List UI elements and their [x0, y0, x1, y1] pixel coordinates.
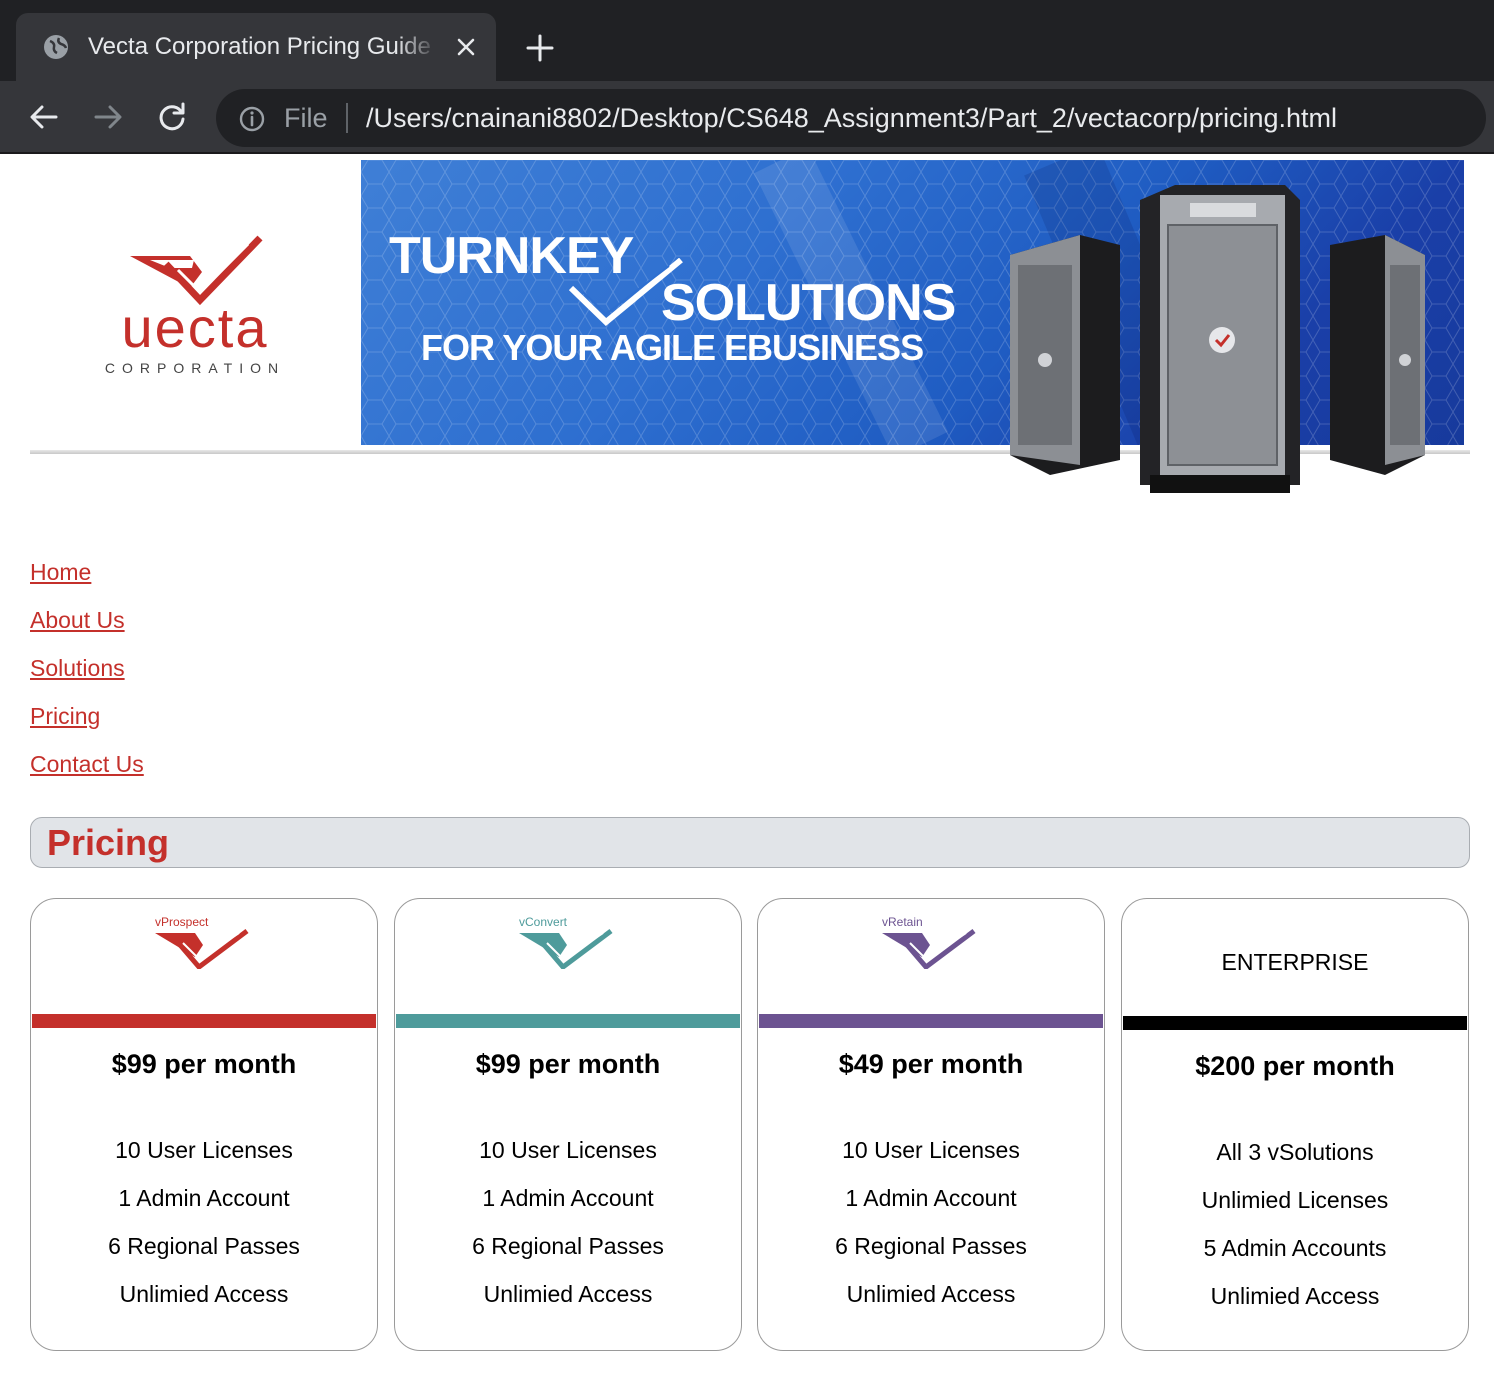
page-header: uecta CORPORATION TURNKEY SOLUTIONS FOR … [30, 160, 1470, 493]
plan-feature: 10 User Licenses [842, 1137, 1020, 1163]
browser-tab-bar: Vecta Corporation Pricing Guide [0, 0, 1494, 81]
plan-card-vconvert: vConvert $99 per month 10 User Licenses … [394, 898, 742, 1351]
plan-features: 10 User Licenses 1 Admin Account 6 Regio… [395, 1126, 741, 1318]
plan-color-strip [32, 1014, 376, 1028]
vretain-check-icon [882, 929, 976, 969]
nav-link-pricing[interactable]: Pricing [30, 700, 144, 732]
banner-headline-2: SOLUTIONS [661, 274, 956, 332]
vprospect-check-icon [155, 929, 249, 969]
plan-card-enterprise: ENTERPRISE $200 per month All 3 vSolutio… [1121, 898, 1469, 1351]
plus-icon[interactable] [522, 30, 558, 66]
back-arrow-icon[interactable] [26, 99, 62, 135]
plan-feature: 10 User Licenses [479, 1137, 657, 1163]
plan-color-strip [759, 1014, 1103, 1028]
main-nav: Home About Us Solutions Pricing Contact … [30, 556, 144, 796]
tab-title: Vecta Corporation Pricing Guide [88, 33, 431, 60]
file-scheme-label: File [284, 103, 328, 133]
vconvert-logo: vConvert [519, 915, 619, 971]
reload-icon[interactable] [154, 99, 190, 135]
vconvert-check-icon [519, 929, 613, 969]
pricing-section-header: Pricing [30, 817, 1470, 868]
plan-card-vretain: vRetain $49 per month 10 User Licenses 1… [757, 898, 1105, 1351]
nav-link-about-us[interactable]: About Us [30, 604, 144, 636]
plan-feature: 1 Admin Account [118, 1185, 290, 1211]
plan-feature: Unlimied Access [1210, 1283, 1380, 1309]
banner-tagline: FOR YOUR AGILE EBUSINESS [421, 327, 924, 368]
vconvert-logo-label: vConvert [519, 915, 568, 929]
plan-feature: 10 User Licenses [115, 1137, 293, 1163]
browser-tab[interactable]: Vecta Corporation Pricing Guide [16, 13, 496, 81]
plan-feature: Unlimied Access [483, 1281, 653, 1307]
nav-link-contact-us[interactable]: Contact Us [30, 748, 144, 780]
plan-color-strip [1123, 1016, 1467, 1030]
info-icon[interactable] [238, 105, 266, 133]
vecta-logo[interactable]: uecta CORPORATION [90, 230, 310, 380]
plan-feature: All 3 vSolutions [1216, 1139, 1374, 1165]
browser-toolbar: File /Users/cnainani8802/Desktop/CS648_A… [0, 81, 1494, 154]
logo-wordmark: uecta [121, 296, 269, 359]
plan-feature: 5 Admin Accounts [1203, 1235, 1387, 1261]
page-title: Pricing [47, 822, 170, 863]
plan-price: $200 per month [1195, 1051, 1395, 1081]
plan-feature: 6 Regional Passes [108, 1233, 300, 1259]
plan-price: $99 per month [111, 1049, 297, 1079]
plan-feature: 6 Regional Passes [472, 1233, 664, 1259]
url-text[interactable]: /Users/cnainani8802/Desktop/CS648_Assign… [366, 101, 1337, 135]
vprospect-logo: vProspect [155, 915, 255, 971]
close-icon[interactable] [452, 33, 480, 61]
vretain-logo: vRetain [882, 915, 982, 971]
plan-price: $49 per month [838, 1049, 1024, 1079]
plan-feature: Unlimied Access [846, 1281, 1016, 1307]
plan-feature: 6 Regional Passes [835, 1233, 1027, 1259]
address-separator [346, 103, 348, 133]
vretain-logo-label: vRetain [882, 915, 923, 929]
nav-link-home[interactable]: Home [30, 556, 144, 588]
vprospect-logo-label: vProspect [155, 915, 209, 929]
plan-color-strip [396, 1014, 740, 1028]
plan-feature: 1 Admin Account [482, 1185, 654, 1211]
enterprise-label: ENTERPRISE [1221, 949, 1369, 975]
plan-card-vprospect: vProspect $99 per month 10 User Licenses… [30, 898, 378, 1351]
server-tower-image [1010, 185, 1425, 493]
plan-features: 10 User Licenses 1 Admin Account 6 Regio… [758, 1126, 1104, 1318]
nav-link-solutions[interactable]: Solutions [30, 652, 144, 684]
plan-feature: Unlimied Licenses [1201, 1187, 1389, 1213]
forward-arrow-icon[interactable] [90, 99, 126, 135]
plan-feature: Unlimied Access [119, 1281, 289, 1307]
logo-subtitle: CORPORATION [104, 360, 286, 376]
plan-features: All 3 vSolutions Unlimied Licenses 5 Adm… [1122, 1128, 1468, 1320]
plan-features: 10 User Licenses 1 Admin Account 6 Regio… [31, 1126, 377, 1318]
plan-price: $99 per month [475, 1049, 661, 1079]
address-bar[interactable]: File /Users/cnainani8802/Desktop/CS648_A… [216, 89, 1486, 147]
plan-feature: 1 Admin Account [845, 1185, 1017, 1211]
globe-icon [44, 35, 68, 59]
